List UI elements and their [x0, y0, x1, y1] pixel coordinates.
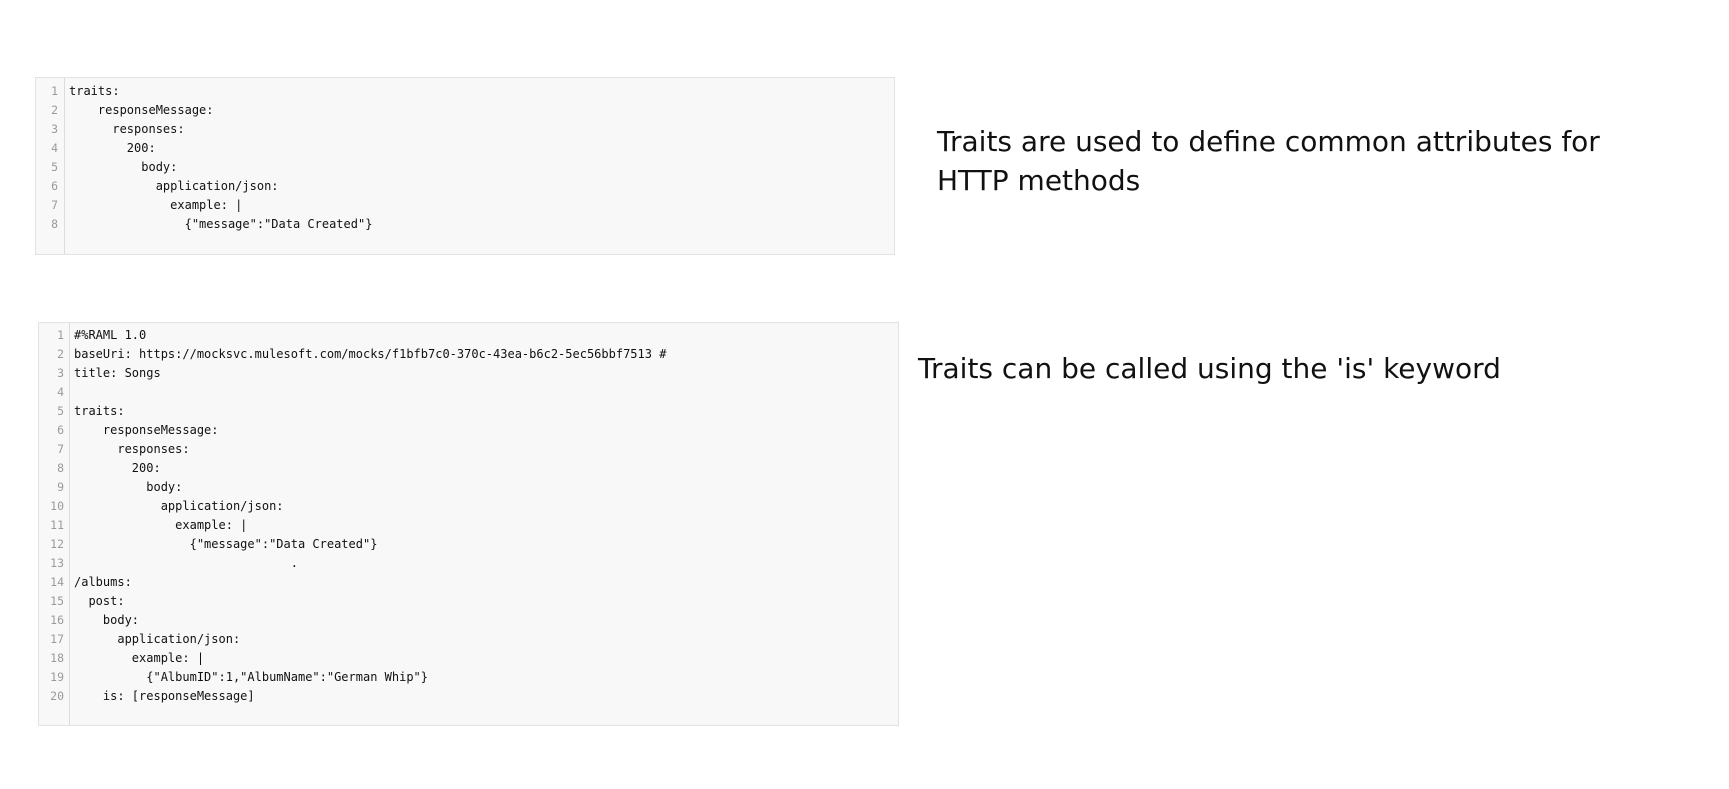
code-text: application/json:: [74, 632, 241, 646]
line-number: 17: [50, 632, 64, 646]
code-text: is: [responseMessage]: [74, 689, 255, 703]
code-text: {"message":"Data Created"}: [69, 217, 373, 231]
line-number: 14: [50, 575, 64, 589]
code-text: example: |: [74, 518, 248, 532]
line-number: 2: [57, 347, 64, 361]
code-line: 9 body:: [39, 478, 898, 497]
code-line: 8 {"message":"Data Created"}: [36, 215, 894, 234]
code-text: responseMessage:: [69, 103, 214, 117]
code-lines: 1 #%RAML 1.0 2 baseUri: https://mocksvc.mul…: [39, 326, 898, 706]
code-text: application/json:: [69, 179, 279, 193]
code-text: post:: [74, 594, 125, 608]
code-line: 4: [39, 383, 898, 402]
traits-usage-caption: Traits can be called using the 'is' keyw…: [918, 352, 1501, 385]
code-text: .: [74, 556, 298, 570]
code-text: responses:: [74, 442, 190, 456]
line-number: 4: [57, 385, 64, 399]
code-text: {"AlbumID":1,"AlbumName":"German Whip"}: [74, 670, 429, 684]
code-text: body:: [74, 613, 140, 627]
code-text: application/json:: [74, 499, 284, 513]
code-line: 18 example: |: [39, 649, 898, 668]
line-number: 10: [50, 499, 64, 513]
traits-definition-caption: Traits are used to define common attribu…: [937, 125, 1600, 197]
code-line: 6 application/json:: [36, 177, 894, 196]
code-line: 5 traits:: [39, 402, 898, 421]
line-number: 8: [57, 461, 64, 475]
code-line: 7 responses:: [39, 440, 898, 459]
raml-full-example-snippet: 1 #%RAML 1.0 2 baseUri: https://mocksvc.mul…: [38, 322, 899, 726]
line-number: 18: [50, 651, 64, 665]
code-text: body:: [69, 160, 178, 174]
line-number: 1: [51, 84, 58, 98]
raml-traits-snippet: 1 traits: 2 responseMessage: 3 responses: 4 …: [35, 77, 895, 255]
line-number: 6: [51, 179, 58, 193]
code-line: 8 200:: [39, 459, 898, 478]
code-line: 16 body:: [39, 611, 898, 630]
code-line: 17 application/json:: [39, 630, 898, 649]
line-number: 19: [50, 670, 64, 684]
line-number: 16: [50, 613, 64, 627]
line-number: 1: [57, 328, 64, 342]
code-line: 10 application/json:: [39, 497, 898, 516]
code-line: 4 200:: [36, 139, 894, 158]
code-line: 3 title: Songs: [39, 364, 898, 383]
code-line: 1 traits:: [36, 82, 894, 101]
code-text: title: Songs: [74, 366, 161, 380]
line-number: 7: [57, 442, 64, 456]
line-number: 3: [51, 122, 58, 136]
code-text: responses:: [69, 122, 185, 136]
line-number: 2: [51, 103, 58, 117]
code-text: example: |: [74, 651, 205, 665]
line-number: 8: [51, 217, 58, 231]
code-text: 200:: [74, 461, 161, 475]
code-line: 1 #%RAML 1.0: [39, 326, 898, 345]
code-line: 7 example: |: [36, 196, 894, 215]
line-number: 5: [57, 404, 64, 418]
line-number: 15: [50, 594, 64, 608]
line-number: 4: [51, 141, 58, 155]
code-text: body:: [74, 480, 183, 494]
code-text: baseUri: https://mocksvc.mulesoft.com/mo…: [74, 347, 667, 361]
code-text: responseMessage:: [74, 423, 219, 437]
line-number: 12: [50, 537, 64, 551]
code-line: 2 responseMessage:: [36, 101, 894, 120]
code-line: 12 {"message":"Data Created"}: [39, 535, 898, 554]
code-text: traits:: [74, 404, 125, 418]
code-line: 13 .: [39, 554, 898, 573]
code-line: 20 is: [responseMessage]: [39, 687, 898, 706]
code-text: example: |: [69, 198, 243, 212]
code-line: 5 body:: [36, 158, 894, 177]
code-text: #%RAML 1.0: [74, 328, 147, 342]
code-line: 15 post:: [39, 592, 898, 611]
code-line: 2 baseUri: https://mocksvc.mulesoft.com/m…: [39, 345, 898, 364]
code-text: traits:: [69, 84, 120, 98]
code-line: 11 example: |: [39, 516, 898, 535]
code-line: 3 responses:: [36, 120, 894, 139]
line-number: 6: [57, 423, 64, 437]
line-number: 11: [50, 518, 64, 532]
code-lines: 1 traits: 2 responseMessage: 3 responses: 4 …: [36, 82, 894, 234]
line-number: 3: [57, 366, 64, 380]
code-line: 14/albums:: [39, 573, 898, 592]
line-number: 20: [50, 689, 64, 703]
line-number: 5: [51, 160, 58, 174]
line-number: 13: [50, 556, 64, 570]
code-text: /albums:: [74, 575, 132, 589]
line-number: 7: [51, 198, 58, 212]
code-text: {"message":"Data Created"}: [74, 537, 378, 551]
code-line: 6 responseMessage:: [39, 421, 898, 440]
code-text: 200:: [69, 141, 156, 155]
code-line: 19 {"AlbumID":1,"AlbumName":"German Whip…: [39, 668, 898, 687]
line-number: 9: [57, 480, 64, 494]
